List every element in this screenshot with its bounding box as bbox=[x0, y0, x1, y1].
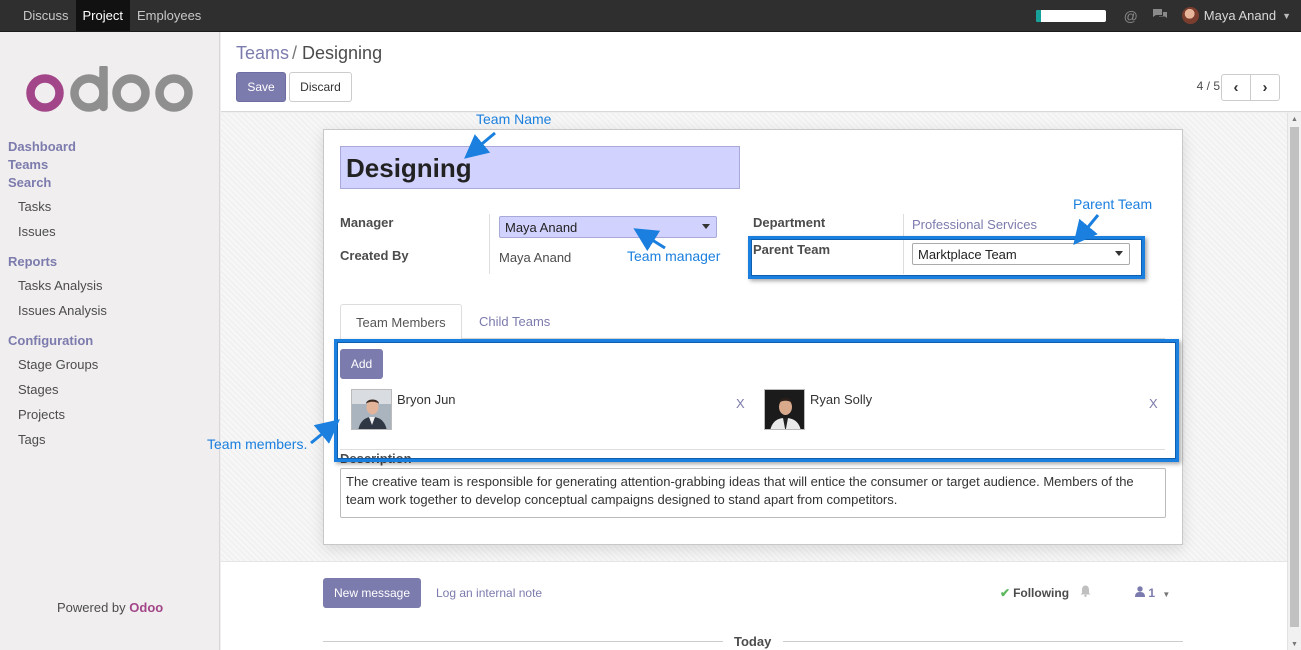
separator bbox=[783, 641, 1183, 642]
annotation-arrows bbox=[310, 131, 1100, 445]
today-label: Today bbox=[734, 634, 772, 649]
user-icon bbox=[1135, 586, 1148, 600]
new-message-button[interactable]: New message bbox=[323, 578, 421, 608]
followers-count: 1 bbox=[1148, 586, 1156, 600]
check-icon: ✔ bbox=[1000, 586, 1011, 600]
following-label: Following bbox=[1013, 586, 1070, 600]
following-button[interactable]: ✔ Following bbox=[1000, 586, 1069, 600]
caret-down-icon: ▼ bbox=[1162, 590, 1171, 599]
separator bbox=[323, 641, 723, 642]
followers-dropdown[interactable]: 1 ▼ bbox=[1135, 586, 1170, 600]
log-note-link[interactable]: Log an internal note bbox=[436, 586, 542, 600]
bell-icon[interactable] bbox=[1080, 585, 1091, 600]
